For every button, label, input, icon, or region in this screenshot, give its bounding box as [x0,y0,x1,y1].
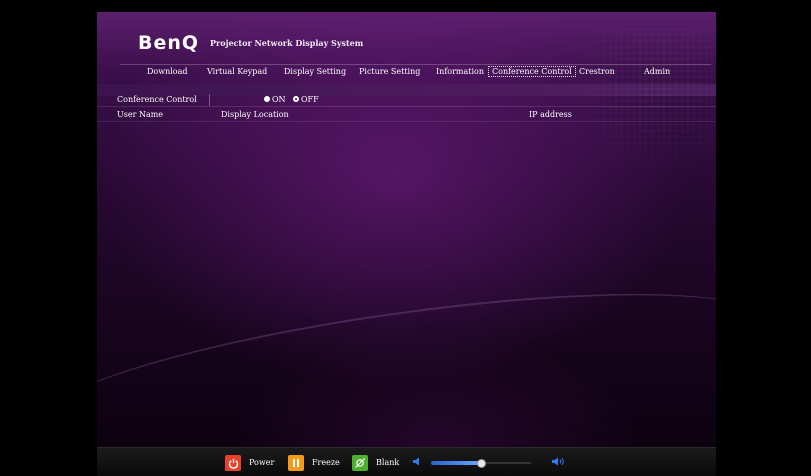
off-option[interactable]: OFF [293,95,319,104]
volume-thumb[interactable] [477,459,486,468]
freeze-label[interactable]: Freeze [312,458,340,467]
nav-virtual-keypad[interactable]: Virtual Keypad [207,67,267,76]
system-title: Projector Network Display System [210,38,364,48]
on-radio[interactable] [264,96,270,102]
nav-information[interactable]: Information [436,67,484,76]
nav-admin[interactable]: Admin [644,67,670,76]
nav-download[interactable]: Download [147,67,188,76]
table-header-row: User Name Display Location IP address [97,109,716,122]
control-bar: Power Freeze Blank [97,447,716,476]
nav-picture-setting[interactable]: Picture Setting [359,67,420,76]
header-user-name: User Name [117,110,164,119]
blank-label[interactable]: Blank [376,458,399,467]
conference-control-label: Conference Control [117,95,197,104]
main-nav: Download Virtual Keypad Display Setting … [120,64,711,78]
volume-down-icon[interactable] [413,457,421,466]
power-label[interactable]: Power [249,458,274,467]
volume-fill [431,461,481,465]
off-label: OFF [301,95,319,104]
power-icon[interactable] [225,455,241,471]
header-display-location: Display Location [221,110,289,119]
divider [209,94,210,106]
freeze-icon[interactable] [288,455,304,471]
volume-slider[interactable] [431,459,531,468]
conference-control-row: Conference Control ON OFF [97,94,716,107]
nav-crestron[interactable]: Crestron [579,67,615,76]
main-panel: BenQ Projector Network Display System Do… [97,12,716,447]
on-option[interactable]: ON [264,95,286,104]
on-label: ON [272,95,286,104]
volume-up-icon[interactable] [552,457,566,466]
nav-display-setting[interactable]: Display Setting [284,67,346,76]
benq-logo: BenQ [138,32,200,54]
off-radio[interactable] [293,96,299,102]
nav-conference-control[interactable]: Conference Control [488,66,576,77]
header-ip-address: IP address [529,110,572,119]
blank-icon[interactable] [352,455,368,471]
